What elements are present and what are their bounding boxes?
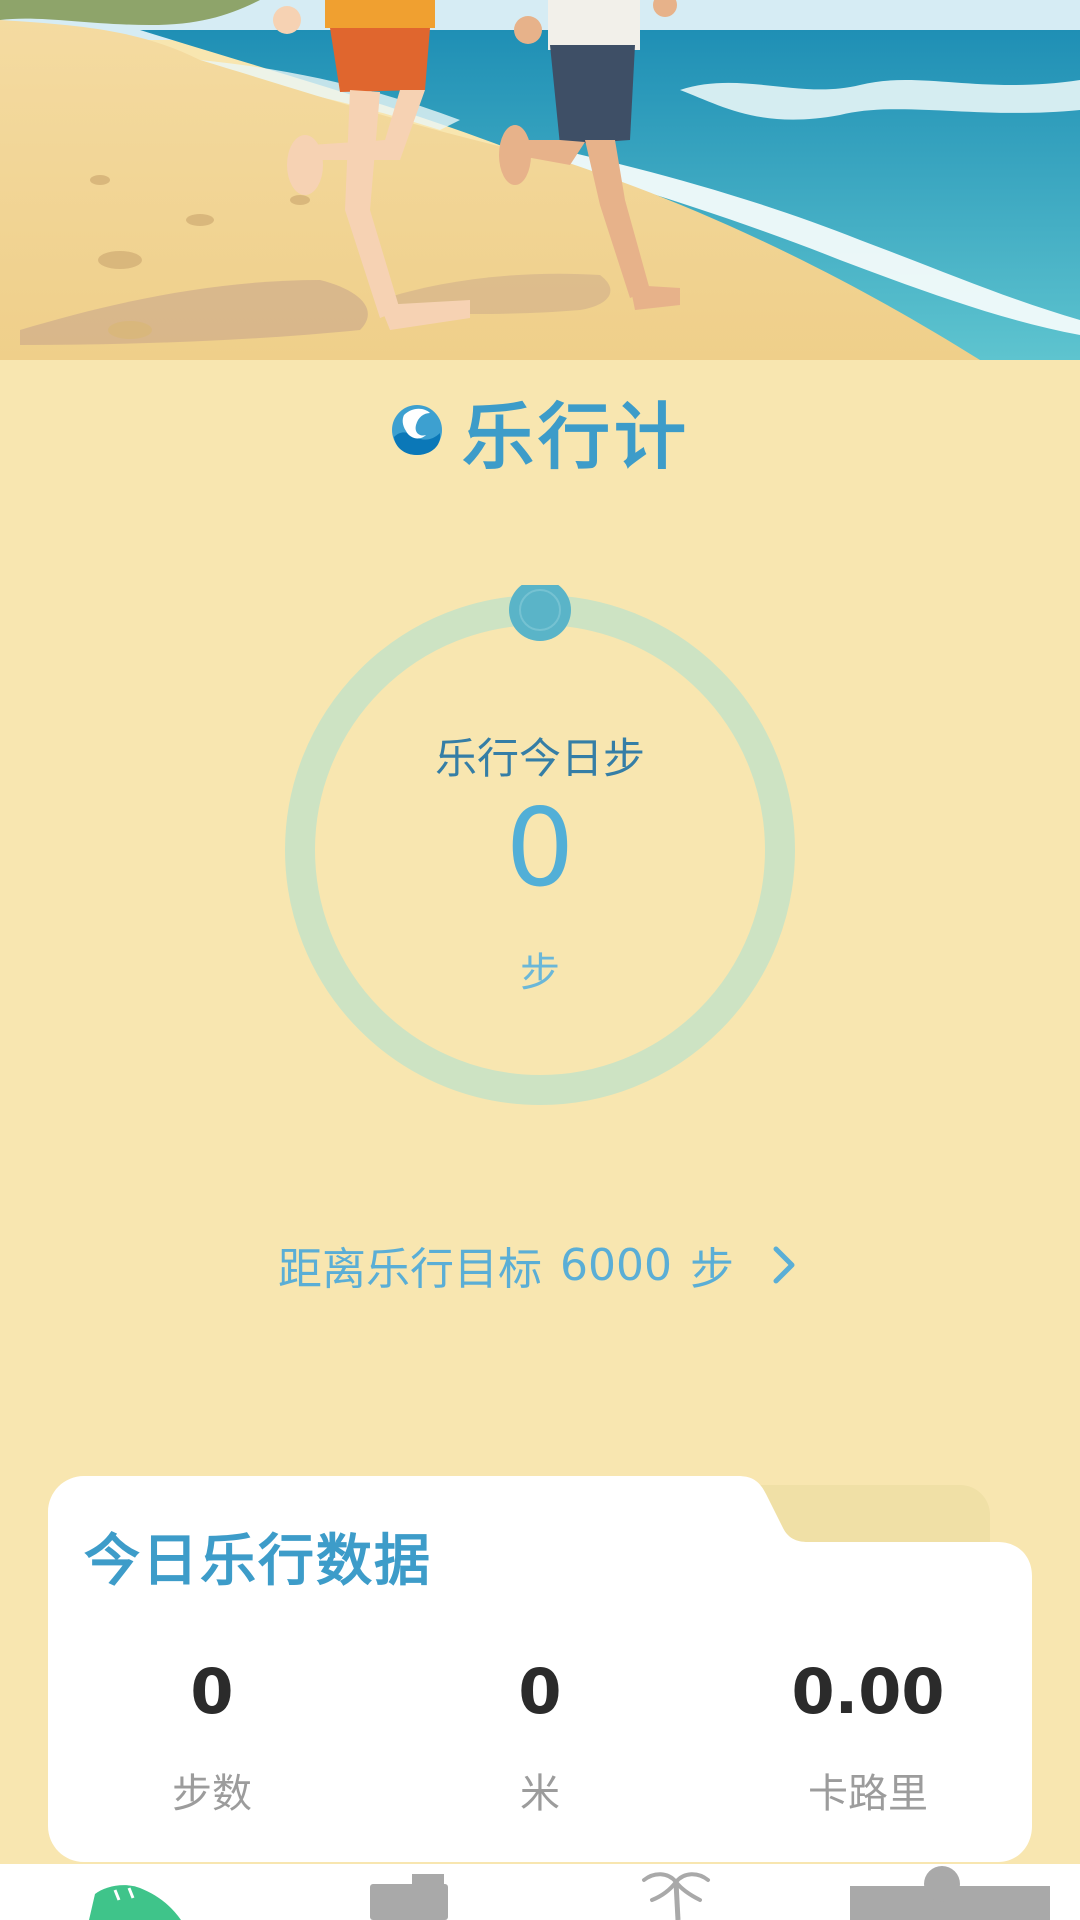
- step-counter-screen: 乐行计 乐行今日步 0 步 距离乐行目标 6000 步 今日乐行数据 0 步数: [0, 0, 1080, 1920]
- today-data-card: 今日乐行数据 0 步数 0 米 0.00 卡路里: [48, 1476, 1032, 1862]
- card-title: 今日乐行数据: [84, 1529, 432, 1594]
- stat-value: 0: [190, 1655, 234, 1728]
- stat-value: 0: [518, 1655, 562, 1728]
- truck-icon[interactable]: [368, 1864, 452, 1920]
- today-step-count: 0: [505, 786, 575, 911]
- app-title: 乐行计: [461, 394, 690, 479]
- profile-icon[interactable]: [850, 1864, 1050, 1920]
- step-goal-link[interactable]: 距离乐行目标 6000 步: [0, 1230, 1080, 1300]
- wave-logo-icon: [391, 405, 442, 455]
- shoe-icon[interactable]: [85, 1864, 185, 1920]
- ring-label: 乐行今日步: [434, 734, 645, 783]
- stats-row: 0 步数 0 米 0.00 卡路里: [48, 1661, 1032, 1819]
- stat-distance: 0 米: [376, 1661, 704, 1819]
- ring-unit: 步: [520, 950, 560, 996]
- goal-unit: 步: [689, 1244, 734, 1295]
- palm-tree-icon[interactable]: [638, 1864, 714, 1920]
- stat-calories: 0.00 卡路里: [704, 1661, 1032, 1819]
- hero-beach-running-image: [0, 0, 1080, 360]
- bottom-tab-bar: [0, 1864, 1080, 1920]
- stat-label: 米: [520, 1771, 560, 1817]
- stat-steps: 0 步数: [48, 1661, 376, 1819]
- stat-label: 卡路里: [808, 1771, 928, 1817]
- progress-ring-knob: [509, 585, 571, 641]
- stat-value: 0.00: [791, 1655, 945, 1728]
- app-header: 乐行计: [0, 375, 1080, 485]
- goal-prefix: 距离乐行目标: [278, 1244, 542, 1295]
- step-progress-ring: 乐行今日步 0 步: [275, 585, 805, 1115]
- stat-label: 步数: [172, 1771, 252, 1817]
- chevron-right-icon: [773, 1246, 795, 1284]
- goal-steps: 6000: [560, 1239, 672, 1291]
